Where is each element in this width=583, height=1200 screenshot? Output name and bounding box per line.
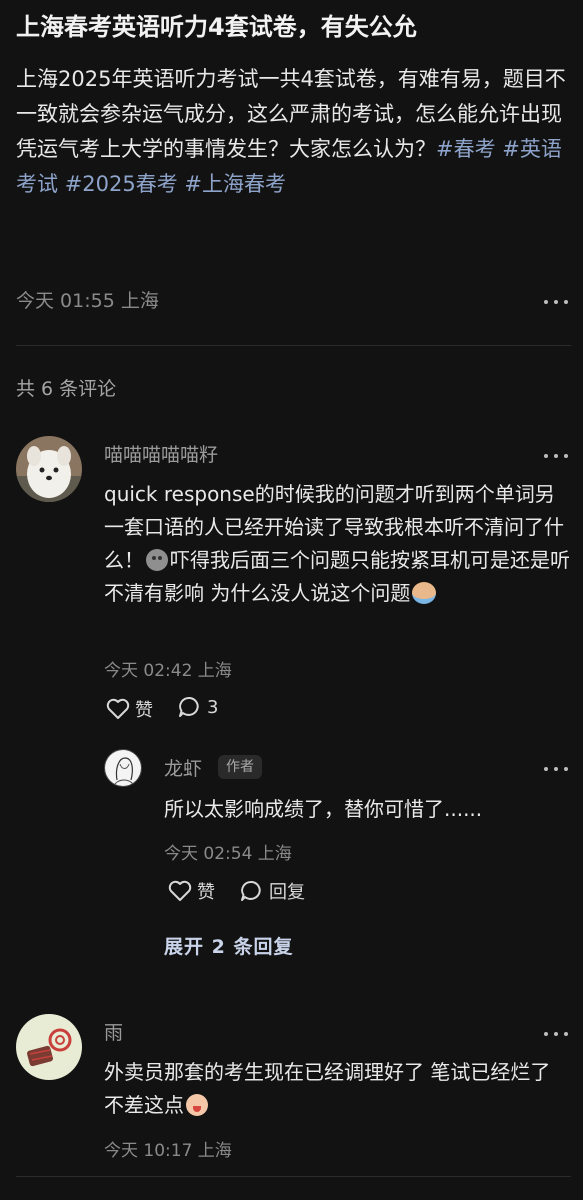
- expand-replies-button[interactable]: 展开 2 条回复: [164, 932, 293, 959]
- like-button[interactable]: 赞: [106, 696, 153, 722]
- more-options-icon[interactable]: [544, 1030, 568, 1038]
- more-options-icon[interactable]: [544, 765, 568, 773]
- comment-username[interactable]: 喵喵喵喵喵籽: [104, 440, 218, 467]
- sketch-portrait-icon: [105, 750, 141, 786]
- like-label: 赞: [135, 700, 153, 721]
- reply-button[interactable]: 回复: [240, 878, 305, 904]
- post-timestamp: 今天 01:55 上海: [16, 290, 159, 312]
- reply-username[interactable]: 龙虾: [164, 754, 202, 781]
- reply-timestamp: 今天 02:54 上海: [164, 844, 292, 864]
- comment-count: 共 6 条评论: [16, 378, 117, 400]
- crying-emoji-icon: [412, 582, 437, 604]
- comment-username[interactable]: 雨: [104, 1018, 123, 1045]
- comment-timestamp: 今天 10:17 上海: [104, 1141, 232, 1161]
- like-button[interactable]: 赞: [168, 878, 215, 904]
- author-badge: 作者: [218, 755, 262, 779]
- food-avatar-icon: [16, 1014, 82, 1080]
- dog-avatar-icon: [16, 436, 82, 502]
- like-label: 赞: [197, 882, 215, 903]
- tag-link[interactable]: #春考: [436, 137, 496, 161]
- more-options-icon[interactable]: [544, 298, 568, 306]
- avatar[interactable]: [104, 749, 142, 787]
- heart-icon: [106, 698, 130, 719]
- divider: [16, 1176, 571, 1177]
- comment-text: 外卖员那套的考生现在已经调理好了 笔试已经烂了不差这点: [104, 1056, 570, 1122]
- avatar[interactable]: [16, 436, 82, 502]
- sobbing-emoji-icon: [186, 1094, 208, 1116]
- reply-label: 回复: [269, 882, 305, 903]
- reply-count: 3: [207, 696, 219, 718]
- comment-bubble-icon: [179, 696, 199, 717]
- post-body: 上海2025年英语听力考试一共4套试卷，有难有易，题目不一致就会参杂运气成分，这…: [16, 62, 571, 202]
- comment-timestamp: 今天 02:42 上海: [104, 661, 232, 681]
- heart-icon: [168, 880, 192, 901]
- reply-count-button[interactable]: 3: [178, 696, 218, 718]
- comment-text: quick response的时候我的问题才听到两个单词另一套口语的人已经开始读…: [104, 478, 570, 610]
- avatar[interactable]: [16, 1014, 82, 1080]
- comment-bubble-icon: [241, 880, 261, 901]
- tag-link[interactable]: #2025春考: [65, 172, 178, 196]
- reply-text: 所以太影响成绩了，替你可惜了......: [164, 797, 483, 821]
- comment-text-part: 外卖员那套的考生现在已经调理好了 笔试已经烂了不差这点: [104, 1060, 551, 1117]
- comment-text-part: 吓得我后面三个问题只能按紧耳机可是还是听不清有影响 为什么没人说这个问题: [104, 548, 570, 605]
- ghost-emoji-icon: [146, 549, 168, 571]
- post-title: 上海春考英语听力4套试卷，有失公允: [16, 13, 417, 41]
- more-options-icon[interactable]: [544, 452, 568, 460]
- tag-link[interactable]: #上海春考: [184, 172, 286, 196]
- divider: [16, 345, 571, 346]
